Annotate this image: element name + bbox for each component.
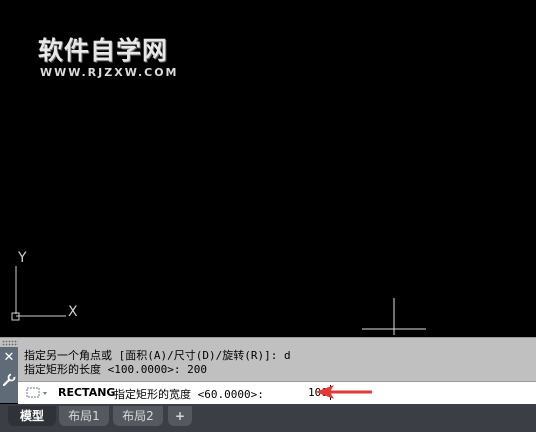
command-input[interactable]: 100 <box>308 386 328 399</box>
command-prompt-icon[interactable] <box>26 387 52 399</box>
ucs-y-label: Y <box>17 250 27 266</box>
ucs-icon: Y X <box>11 250 426 335</box>
close-icon[interactable]: ✕ <box>0 349 18 367</box>
wrench-icon[interactable] <box>0 371 18 389</box>
panel-grip-handle[interactable] <box>2 340 18 346</box>
command-name: RECTANG <box>58 386 116 399</box>
command-history-panel: 指定另一个角点或 [面积(A)/尺寸(D)/旋转(R)]: d 指定矩形的长度 … <box>0 337 536 382</box>
tab-layout1[interactable]: 布局1 <box>59 406 109 426</box>
layout-tab-bar: 模型 布局1 布局2 + <box>0 404 536 432</box>
drawing-canvas[interactable]: 软件自学网 WWW.RJZXW.COM Y X <box>0 0 536 337</box>
command-line[interactable]: RECTANG 指定矩形的宽度 <60.0000>: 100 <box>18 381 536 405</box>
command-prompt: 指定矩形的宽度 <60.0000>: <box>114 388 264 401</box>
history-line: 指定矩形的长度 <100.0000>: 200 <box>24 363 207 376</box>
tab-model[interactable]: 模型 <box>8 406 56 426</box>
command-side-toolbar: ✕ <box>0 347 18 403</box>
history-line: 指定另一个角点或 [面积(A)/尺寸(D)/旋转(R)]: d <box>24 349 291 362</box>
tab-layout2[interactable]: 布局2 <box>113 406 163 426</box>
add-layout-button[interactable]: + <box>168 406 192 426</box>
ucs-x-label: X <box>68 304 78 320</box>
crosshair-cursor <box>362 298 426 335</box>
text-caret <box>330 385 331 400</box>
